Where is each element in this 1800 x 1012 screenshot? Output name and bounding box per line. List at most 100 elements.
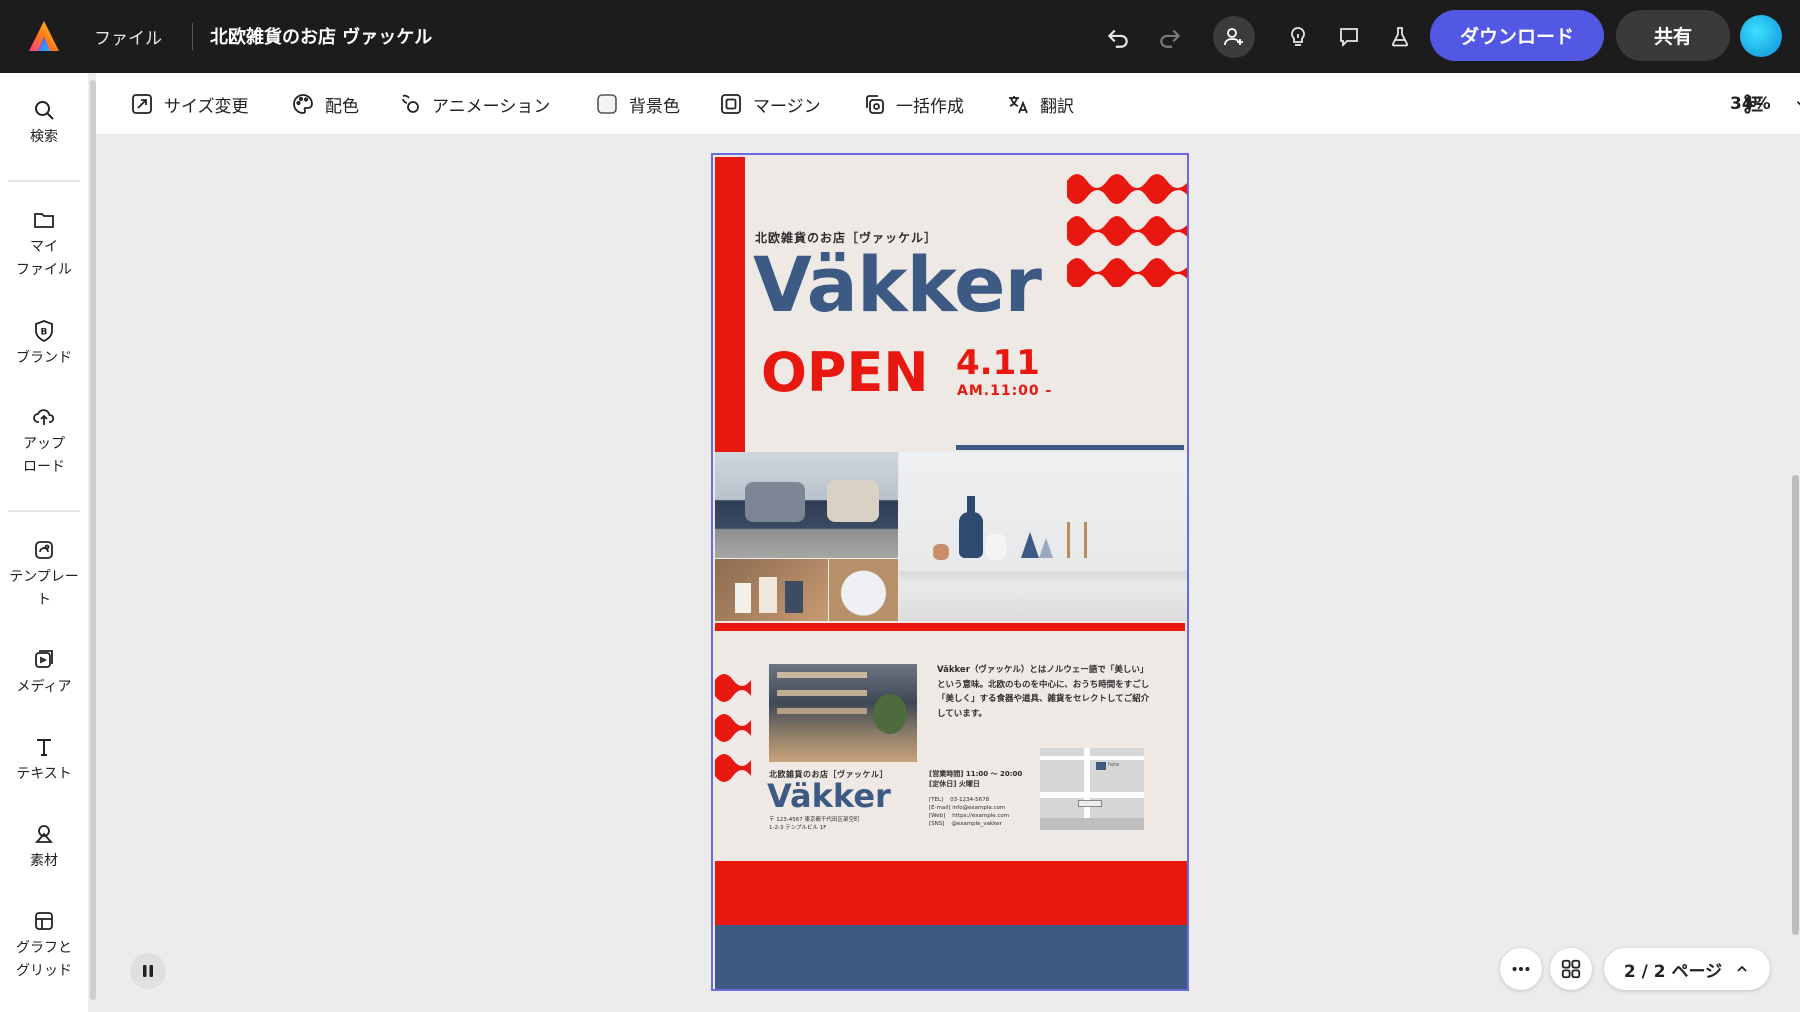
map-here-label: here [1108, 762, 1120, 768]
red-side-bar[interactable] [715, 157, 745, 453]
top-bar: ファイル 北欧雑貨のお店 ヴァッケル ダウンロード 共有 [0, 0, 1800, 73]
hours-text[interactable]: [営業時間] 11:00 〜 20:00 [929, 769, 1022, 779]
invite-user-icon[interactable] [1213, 16, 1255, 58]
layers-icon[interactable] [1736, 86, 1772, 122]
sidebar-item-label: マイ ファイル [16, 239, 72, 278]
brand-icon: B [35, 320, 53, 343]
email-text[interactable]: [E-mail] info@example.com [929, 805, 1005, 811]
open-text[interactable]: OPEN [761, 343, 929, 403]
address-line2[interactable]: 1-2-3 テンプルビル 1F [769, 823, 826, 831]
translate-button[interactable]: 翻訳 [1006, 86, 1074, 122]
document-title[interactable]: 北欧雑貨のお店 ヴァッケル [210, 20, 432, 52]
bulk-create-button[interactable]: 一括作成 [862, 86, 964, 122]
sidebar-item-label: ブランド [16, 350, 72, 366]
sidebar-item-label: テキスト [16, 766, 72, 782]
resize-icon [132, 94, 152, 114]
animation-button[interactable]: アニメーション [398, 86, 550, 122]
comment-icon[interactable] [1329, 17, 1369, 57]
sidebar-item-label: メディア [16, 679, 72, 695]
canvas-scrollbar[interactable] [1792, 475, 1799, 935]
text-icon [37, 739, 51, 756]
elements-icon [35, 825, 53, 843]
store-map[interactable]: here [1040, 748, 1144, 830]
sns-text[interactable]: [SNS] @example_vakker [929, 821, 1002, 827]
bulk-create-label: 一括作成 [896, 96, 964, 117]
color-label: 配色 [325, 96, 359, 117]
search-icon [35, 101, 54, 120]
more-options-button[interactable] [1500, 948, 1542, 990]
color-button[interactable]: 配色 [291, 86, 359, 122]
page-navigator[interactable]: 2 / 2 ページ [1604, 948, 1770, 990]
flask-icon[interactable] [1380, 17, 1420, 57]
undo-icon[interactable] [1098, 17, 1138, 57]
pause-button[interactable] [130, 953, 166, 989]
address-line1[interactable]: 〒 123-4567 東京都千代田区架空町 [769, 815, 859, 823]
sidebar-item-search[interactable]: 検索 [0, 98, 88, 149]
sidebar-item-label: テンプレー ト [9, 569, 79, 608]
animation-icon [402, 94, 419, 113]
sidebar-item-elements[interactable]: 素材 [0, 822, 88, 873]
red-divider[interactable] [715, 623, 1185, 631]
sidebar-divider [8, 180, 80, 182]
upload-icon [33, 409, 55, 425]
media-icon [35, 650, 53, 668]
animation-label: アニメーション [432, 96, 551, 117]
footer-brand[interactable]: Väkker [767, 778, 891, 814]
folder-icon [34, 213, 54, 228]
page-indicator: 2 / 2 ページ [1623, 961, 1723, 982]
download-button[interactable]: ダウンロード [1430, 10, 1604, 61]
sofa-photo[interactable] [715, 452, 898, 558]
poster-page[interactable]: 北欧雑貨のお店［ヴァッケル］ Väkker OPEN 4.11 AM.11:00… [713, 155, 1187, 989]
bulk-create-icon [866, 95, 884, 114]
sidebar-item-my-files[interactable]: マイ ファイル [0, 208, 88, 282]
sidebar-item-brand[interactable]: B ブランド [0, 319, 88, 370]
small-red-waves[interactable] [715, 672, 751, 792]
sidebar-item-charts-grids[interactable]: グラフと グリッド [0, 909, 88, 983]
avatar[interactable] [1740, 15, 1782, 57]
svg-text:B: B [41, 328, 48, 338]
sidebar-item-label: アップ ロード [23, 436, 65, 475]
margin-button[interactable]: マージン [719, 86, 821, 122]
file-menu[interactable]: ファイル [94, 20, 162, 52]
margin-icon [721, 94, 741, 114]
sidebar-item-upload[interactable]: アップ ロード [0, 405, 88, 479]
lightbulb-icon[interactable] [1278, 17, 1318, 57]
chevron-down-icon [1796, 101, 1800, 106]
shelf-photo[interactable] [899, 452, 1187, 621]
grid-view-button[interactable] [1550, 948, 1592, 990]
sidebar-item-templates[interactable]: テンプレー ト [0, 538, 88, 612]
sidebar-item-label: グラフと グリッド [16, 940, 72, 979]
more-icon [1512, 966, 1530, 972]
background-color-label: 背景色 [629, 96, 680, 117]
sidebar-item-label: 素材 [30, 853, 58, 869]
sidebar-item-text[interactable]: テキスト [0, 735, 88, 786]
sidebar-divider [8, 510, 80, 512]
sidebar-item-label: 検索 [30, 129, 58, 145]
tel-text[interactable]: [TEL] 03-1234-5678 [929, 797, 989, 803]
red-wave-decoration[interactable] [1067, 167, 1187, 287]
background-color-button[interactable]: 背景色 [595, 86, 680, 122]
redo-icon[interactable] [1150, 17, 1190, 57]
houses-photo[interactable] [715, 559, 828, 621]
app-logo-icon[interactable] [26, 18, 62, 54]
brand-title[interactable]: Väkker [753, 243, 1042, 327]
tableware-photo[interactable] [829, 559, 898, 621]
bottom-red-band[interactable] [715, 861, 1187, 925]
translate-label: 翻訳 [1040, 96, 1074, 117]
closed-day-text[interactable]: [定休日] 火曜日 [929, 779, 980, 789]
description-text[interactable]: Väkker（ヴァッケル）とはノルウェー語で「美しい」という意味。北欧のものを中… [937, 663, 1153, 721]
web-text[interactable]: [Web] https://example.com [929, 813, 1009, 819]
title-separator [192, 23, 193, 50]
sidebar-item-media[interactable]: メディア [0, 648, 88, 699]
background-swatch-icon [597, 94, 617, 114]
open-date[interactable]: 4.11 [956, 345, 1040, 381]
share-button[interactable]: 共有 [1616, 10, 1730, 61]
margin-label: マージン [753, 96, 821, 117]
store-interior-photo[interactable] [769, 664, 917, 762]
design-toolbar: サイズ変更 配色 アニメーション 背景色 マージン 一括作成 翻訳 34% [96, 73, 1800, 135]
navy-line[interactable] [956, 445, 1184, 450]
resize-button[interactable]: サイズ変更 [130, 86, 249, 122]
grid-icon [35, 912, 53, 930]
open-time[interactable]: AM.11:00 - [957, 383, 1052, 399]
bottom-navy-band[interactable] [715, 925, 1187, 989]
